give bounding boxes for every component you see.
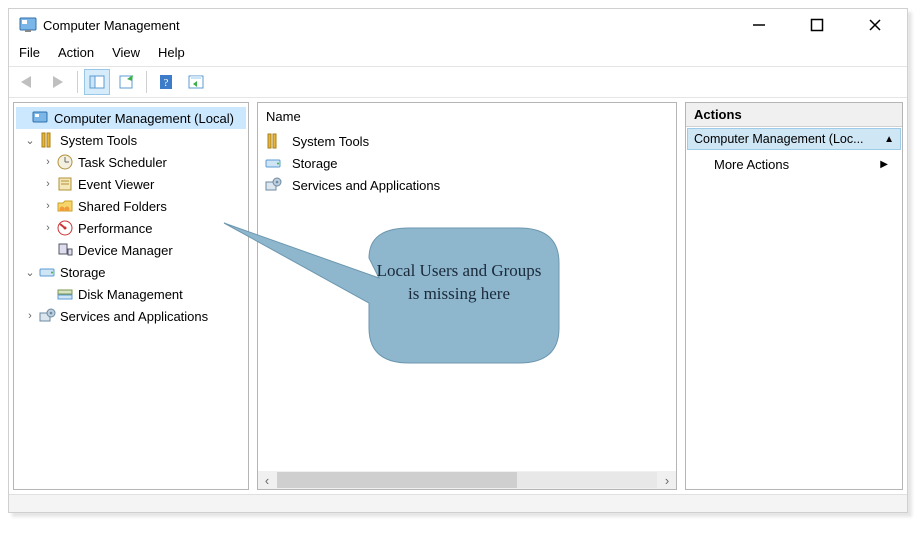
titlebar: Computer Management [9, 9, 907, 41]
scroll-left-icon[interactable]: ‹ [258, 473, 276, 488]
tree-item-label: Disk Management [78, 287, 183, 302]
scrollbar-thumb[interactable] [277, 472, 517, 488]
tree-storage[interactable]: ⌄ Storage [16, 261, 246, 283]
expander-icon[interactable]: ⌄ [22, 266, 38, 279]
minimize-button[interactable] [739, 12, 779, 38]
tree-item-label: Services and Applications [60, 309, 208, 324]
actions-more-label: More Actions [714, 157, 789, 172]
tree-item-label: Event Viewer [78, 177, 154, 192]
tree-item-label: Storage [60, 265, 106, 280]
expander-icon[interactable]: › [40, 200, 56, 212]
tree-performance[interactable]: › Performance [16, 217, 246, 239]
refresh-button[interactable] [183, 69, 209, 95]
close-button[interactable] [855, 12, 895, 38]
help-button[interactable]: ? [153, 69, 179, 95]
maximize-button[interactable] [797, 12, 837, 38]
tree-panel: ▾ Computer Management (Local) ⌄ [13, 102, 249, 490]
services-apps-icon [264, 176, 282, 194]
tree-event-viewer[interactable]: › Event Viewer [16, 173, 246, 195]
system-tools-icon [38, 131, 56, 149]
horizontal-scrollbar[interactable]: ‹ › [258, 471, 676, 489]
export-button[interactable] [114, 69, 140, 95]
tree-device-manager[interactable]: › Device Manager [16, 239, 246, 261]
expander-icon[interactable]: ⌄ [22, 134, 38, 147]
storage-icon [38, 263, 56, 281]
scroll-right-icon[interactable]: › [658, 473, 676, 488]
system-tools-icon [264, 132, 282, 150]
app-icon [19, 16, 37, 34]
performance-icon [56, 219, 74, 237]
computer-management-icon [32, 109, 50, 127]
toolbar: ? [9, 66, 907, 98]
list-item-label: Storage [292, 156, 338, 171]
tree-services-apps[interactable]: › Services and Applications [16, 305, 246, 327]
toolbar-separator [77, 71, 78, 93]
chevron-up-icon: ▲ [884, 134, 894, 145]
actions-header: Actions [686, 103, 902, 127]
tree-item-label: Performance [78, 221, 152, 236]
actions-context-label: Computer Management (Loc... [694, 132, 864, 146]
tree-item-label: Shared Folders [78, 199, 167, 214]
console-tree: ▾ Computer Management (Local) ⌄ [16, 107, 246, 327]
list-header-name[interactable]: Name [258, 103, 676, 128]
window: Computer Management File Action View Hel… [8, 8, 908, 513]
scrollbar-track[interactable] [277, 472, 657, 488]
tree-system-tools[interactable]: ⌄ System Tools [16, 129, 246, 151]
window-controls [739, 12, 903, 38]
back-button[interactable] [15, 69, 41, 95]
forward-button[interactable] [45, 69, 71, 95]
statusbar [9, 494, 907, 512]
menu-file[interactable]: File [19, 45, 40, 60]
device-manager-icon [56, 241, 74, 259]
list-panel: Name System Tools Storage [257, 102, 677, 490]
list-item[interactable]: System Tools [264, 130, 670, 152]
tree-root[interactable]: ▾ Computer Management (Local) [16, 107, 246, 129]
menu-help[interactable]: Help [158, 45, 185, 60]
tree-task-scheduler[interactable]: › Task Scheduler [16, 151, 246, 173]
list-item[interactable]: Services and Applications [264, 174, 670, 196]
tree-item-label: System Tools [60, 133, 137, 148]
list-body: System Tools Storage Services and Applic… [258, 128, 676, 471]
list-item-label: System Tools [292, 134, 369, 149]
actions-panel: Actions Computer Management (Loc... ▲ Mo… [685, 102, 903, 490]
expander-icon[interactable]: › [22, 310, 38, 322]
services-apps-icon [38, 307, 56, 325]
tree-root-label: Computer Management (Local) [54, 111, 234, 126]
list-item-label: Services and Applications [292, 178, 440, 193]
tree-item-label: Device Manager [78, 243, 173, 258]
show-hide-tree-button[interactable] [84, 69, 110, 95]
tree-disk-management[interactable]: › Disk Management [16, 283, 246, 305]
tree-shared-folders[interactable]: › Shared Folders [16, 195, 246, 217]
expander-icon[interactable]: › [40, 178, 56, 190]
actions-more-actions[interactable]: More Actions ▶ [686, 151, 902, 178]
chevron-right-icon: ▶ [880, 159, 888, 170]
svg-text:?: ? [164, 77, 169, 89]
shared-folders-icon [56, 197, 74, 215]
list-item[interactable]: Storage [264, 152, 670, 174]
expander-icon[interactable]: › [40, 222, 56, 234]
clock-icon [56, 153, 74, 171]
content-area: ▾ Computer Management (Local) ⌄ [9, 98, 907, 494]
toolbar-separator-2 [146, 71, 147, 93]
disk-management-icon [56, 285, 74, 303]
menubar: File Action View Help [9, 41, 907, 66]
event-viewer-icon [56, 175, 74, 193]
menu-action[interactable]: Action [58, 45, 94, 60]
expander-icon[interactable]: › [40, 156, 56, 168]
window-title: Computer Management [43, 18, 739, 33]
storage-icon [264, 154, 282, 172]
tree-item-label: Task Scheduler [78, 155, 167, 170]
menu-view[interactable]: View [112, 45, 140, 60]
actions-context-row[interactable]: Computer Management (Loc... ▲ [687, 128, 901, 150]
